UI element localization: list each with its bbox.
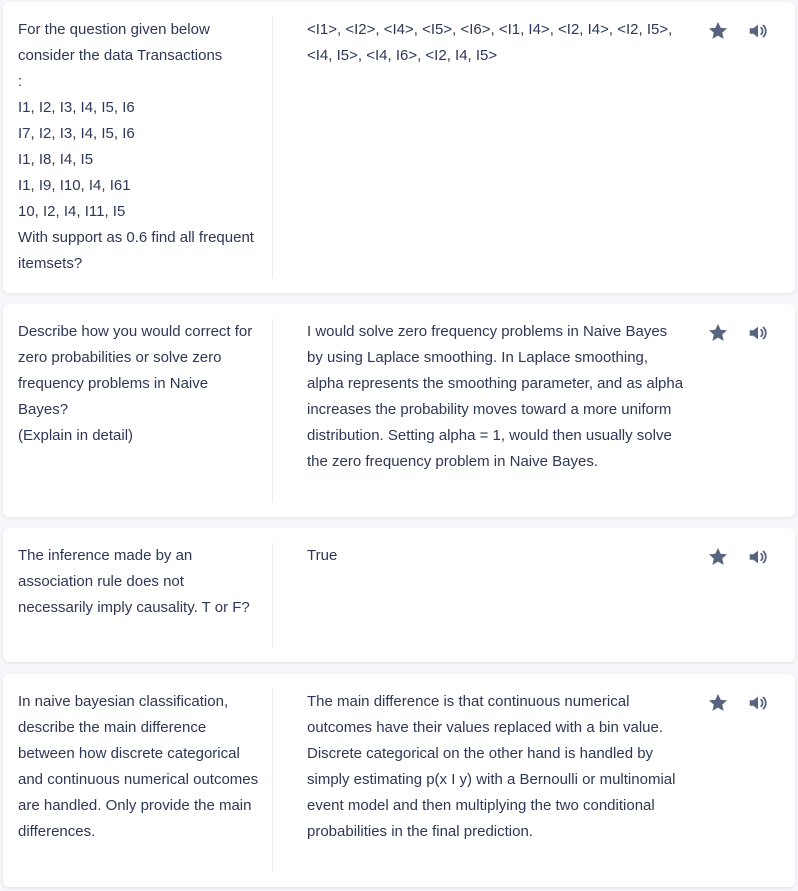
speaker-icon[interactable] — [745, 544, 771, 570]
definition-text: <I1>, <I2>, <I4>, <I5>, <I6>, <I1, I4>, … — [307, 21, 673, 64]
definition-text: The main difference is that continuous n… — [307, 693, 676, 840]
card-actions — [705, 544, 771, 570]
star-icon[interactable] — [705, 320, 731, 346]
star-icon[interactable] — [705, 690, 731, 716]
star-icon[interactable] — [705, 18, 731, 44]
speaker-icon[interactable] — [745, 320, 771, 346]
definition-text: True — [307, 547, 338, 564]
term-card: For the question given below consider th… — [3, 2, 795, 293]
term-card: In naive bayesian classification, descri… — [3, 674, 795, 887]
speaker-icon[interactable] — [745, 690, 771, 716]
term-card: The inference made by an association rul… — [3, 528, 795, 662]
card-actions — [705, 690, 771, 716]
speaker-icon[interactable] — [745, 18, 771, 44]
term-text: The inference made by an association rul… — [18, 543, 273, 647]
flashcard-term-list: For the question given below consider th… — [0, 0, 798, 891]
star-icon[interactable] — [705, 544, 731, 570]
term-text: In naive bayesian classification, descri… — [18, 689, 273, 872]
card-actions — [705, 320, 771, 346]
term-text: Describe how you would correct for zero … — [18, 319, 273, 502]
term-text: For the question given below consider th… — [18, 17, 273, 278]
term-card: Describe how you would correct for zero … — [3, 304, 795, 517]
definition-text: I would solve zero frequency problems in… — [307, 323, 684, 470]
card-actions — [705, 18, 771, 44]
